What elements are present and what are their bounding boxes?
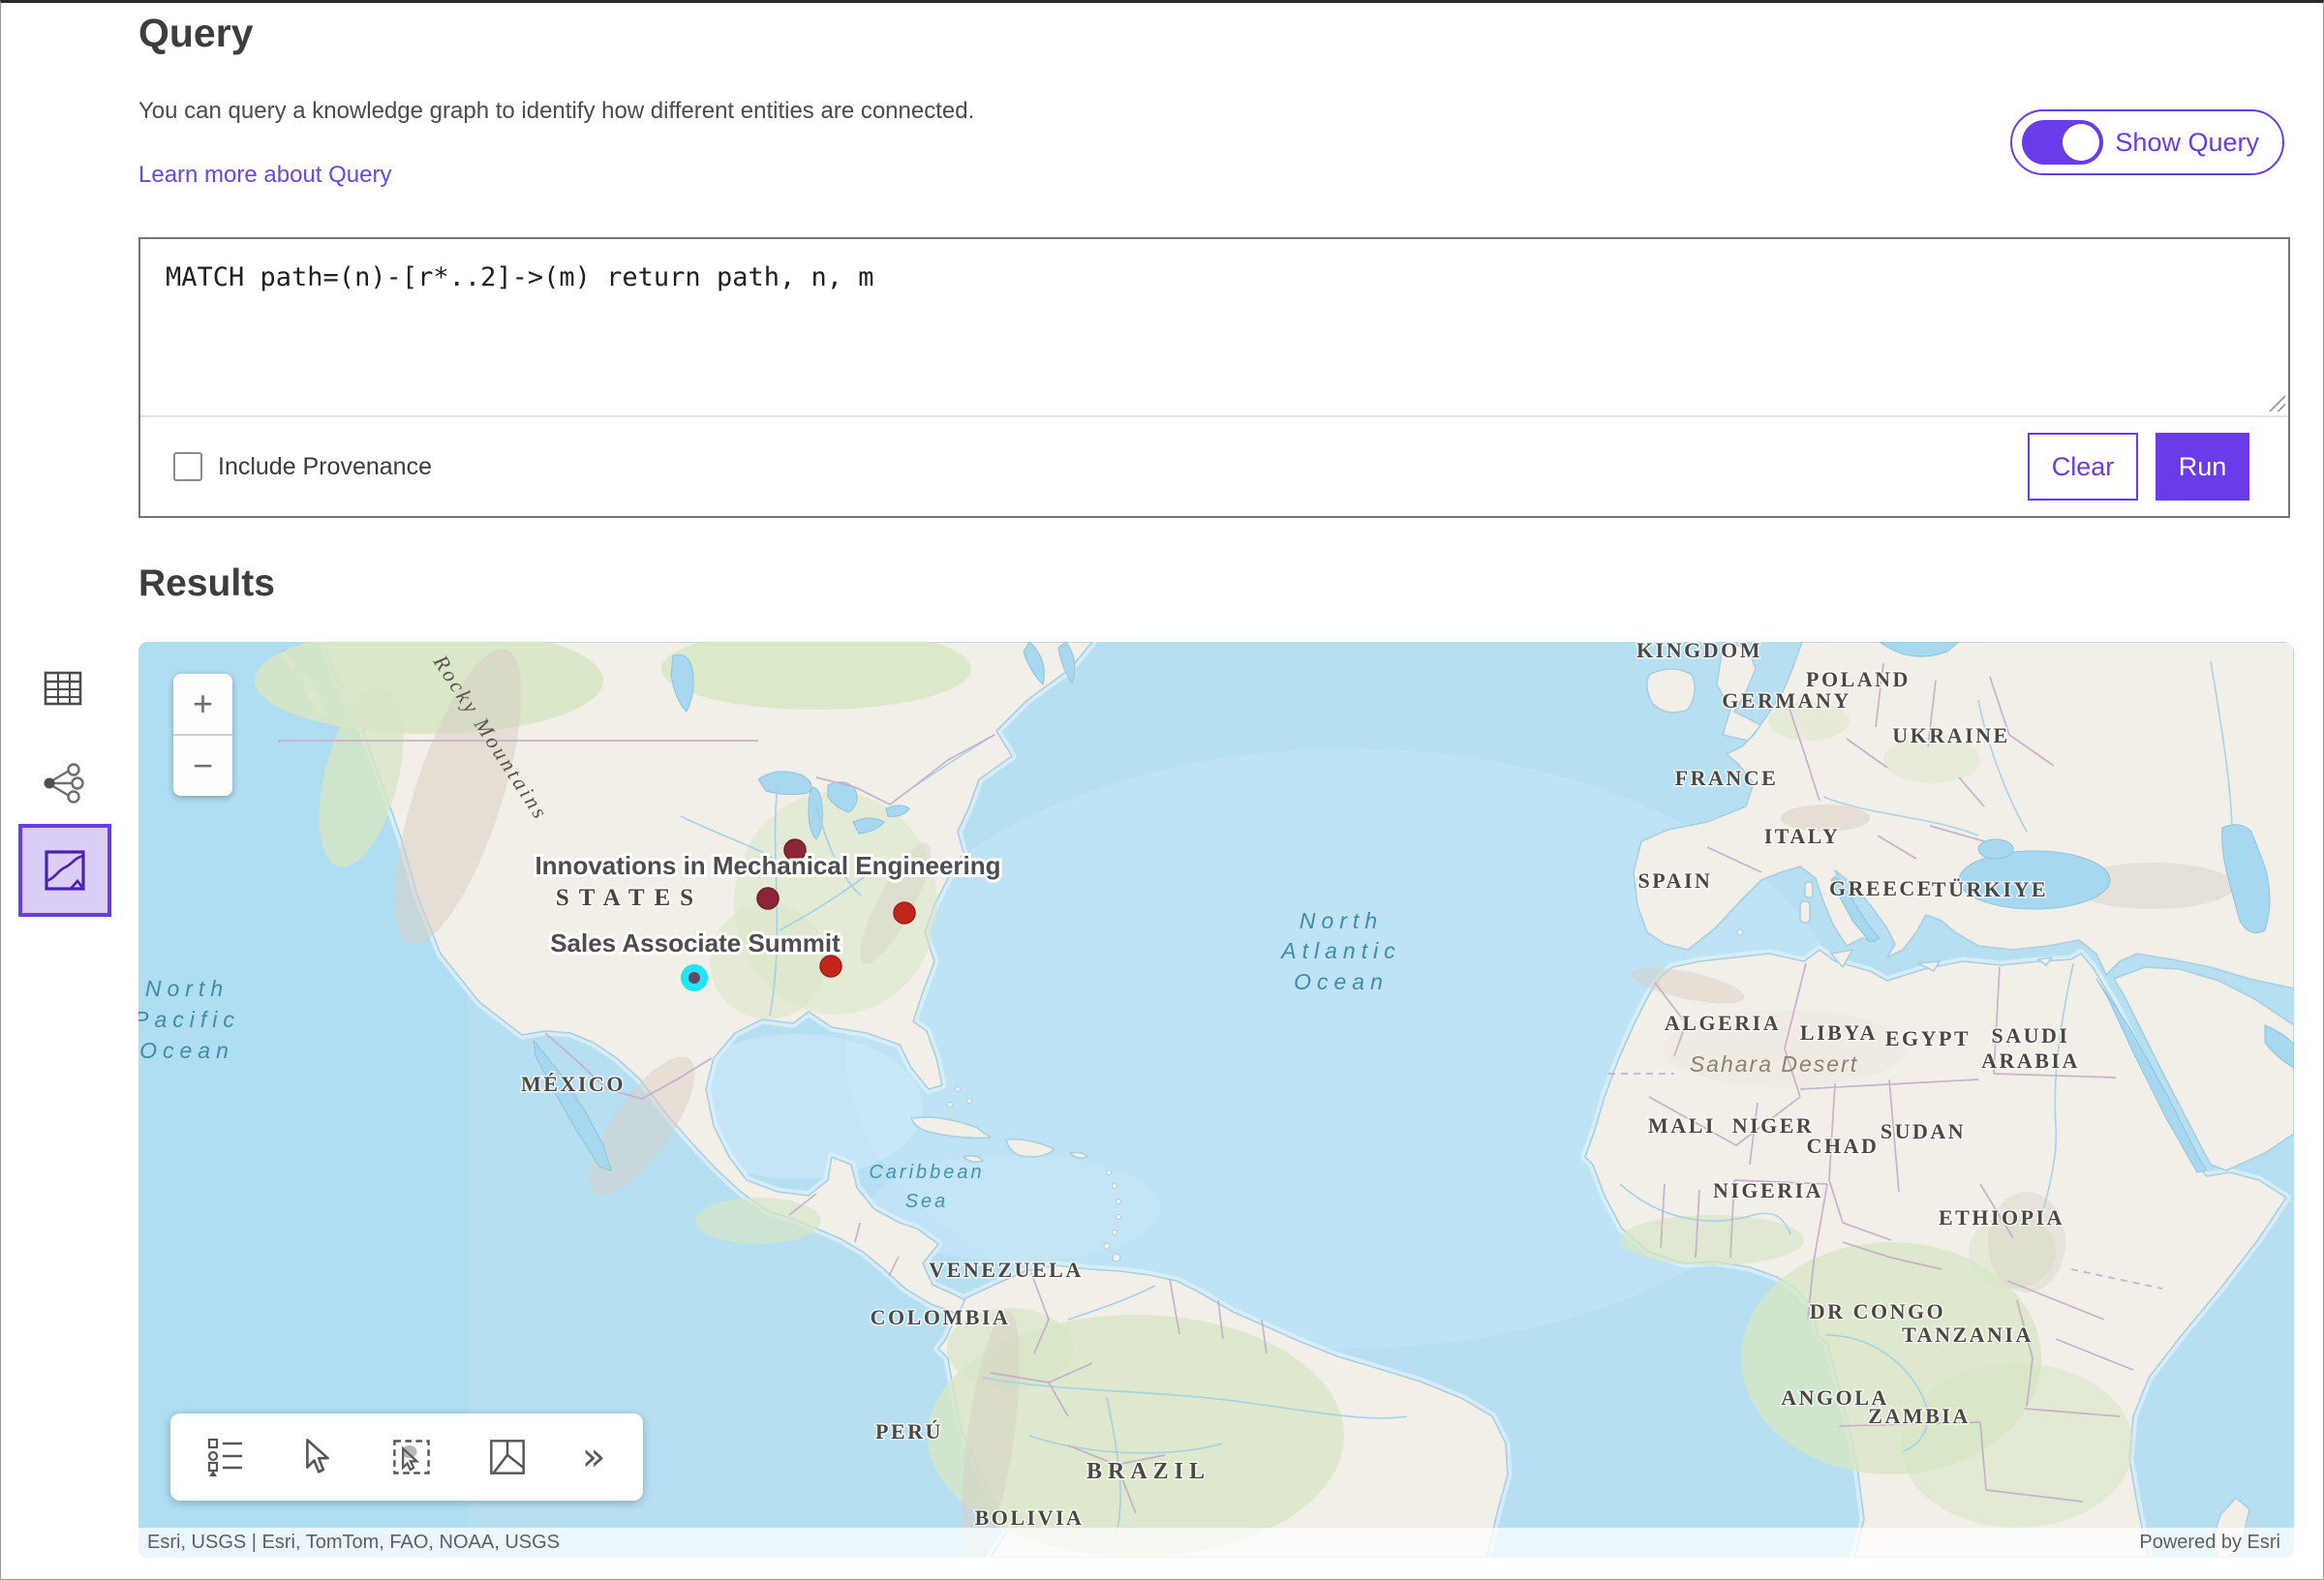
- ocean-label: North: [145, 976, 229, 1001]
- pointer-tool-button[interactable]: [300, 1438, 335, 1476]
- country-label: ZAMBIA: [1868, 1404, 1970, 1428]
- zoom-out-button[interactable]: −: [173, 736, 232, 796]
- country-label: GREECE: [1829, 876, 1934, 900]
- country-label: MÉXICO: [521, 1072, 626, 1096]
- country-label: ETHIOPIA: [1939, 1205, 2064, 1230]
- point-label: Innovations in Mechanical Engineering: [535, 851, 1000, 880]
- map-attribution: Esri, USGS | Esri, TomTom, FAO, NOAA, US…: [138, 1528, 2294, 1558]
- country-label: KINGDOM: [1636, 642, 1762, 662]
- sea-label: Sea: [905, 1191, 949, 1212]
- query-editor: MATCH path=(n)-[r*..2]->(m) return path,…: [138, 237, 2290, 518]
- country-label: NIGER: [1732, 1113, 1815, 1138]
- clear-button[interactable]: Clear: [2028, 433, 2138, 501]
- country-label: BRAZIL: [1086, 1459, 1210, 1484]
- expand-toolbar-button[interactable]: »: [582, 1435, 607, 1479]
- toggle-switch-icon[interactable]: [2022, 120, 2103, 165]
- point-label: Sales Associate Summit: [550, 928, 841, 957]
- query-textarea[interactable]: MATCH path=(n)-[r*..2]->(m) return path,…: [140, 239, 2288, 415]
- legend-icon: [206, 1438, 245, 1476]
- results-title: Results: [138, 562, 275, 605]
- select-polygon-icon: [488, 1438, 527, 1476]
- select-by-rectangle-button[interactable]: [390, 1438, 433, 1476]
- select-rectangle-icon: [390, 1438, 433, 1476]
- legend-button[interactable]: [206, 1438, 245, 1476]
- region-label-sahara: Sahara Desert: [1690, 1051, 1858, 1077]
- checkbox-icon[interactable]: [173, 452, 202, 481]
- country-label: TÜRKIYE: [1932, 877, 2048, 901]
- include-provenance-checkbox[interactable]: Include Provenance: [173, 452, 432, 481]
- show-query-label: Show Query: [2115, 128, 2259, 158]
- country-label: SAUDI: [1992, 1023, 2070, 1048]
- ocean-label: Atlantic: [1279, 938, 1400, 963]
- country-label: VENEZUELA: [929, 1258, 1083, 1282]
- table-icon: [44, 671, 82, 706]
- query-footer: Include Provenance Clear Run: [140, 417, 2288, 516]
- marker-red[interactable]: [894, 902, 915, 924]
- query-page: Query You can query a knowledge graph to…: [0, 0, 2324, 1580]
- learn-more-link[interactable]: Learn more about Query: [138, 162, 391, 189]
- country-label: FRANCE: [1675, 766, 1779, 790]
- zoom-in-button[interactable]: +: [173, 674, 232, 736]
- marker-selected[interactable]: [685, 968, 704, 988]
- country-label: UKRAINE: [1892, 723, 2009, 747]
- attribution-sources: Esri, USGS | Esri, TomTom, FAO, NOAA, US…: [147, 1532, 560, 1554]
- table-view-button[interactable]: [44, 671, 82, 706]
- country-label: SUDAN: [1881, 1119, 1966, 1143]
- country-label: SPAIN: [1638, 868, 1713, 893]
- marker-maroon[interactable]: [757, 888, 779, 909]
- country-label: EGYPT: [1885, 1026, 1971, 1050]
- ocean-label: North: [1300, 908, 1383, 933]
- country-label: BOLIVIA: [975, 1505, 1085, 1530]
- country-label: ARABIA: [1981, 1048, 2080, 1073]
- show-query-toggle[interactable]: Show Query: [2010, 109, 2284, 175]
- ocean-label: Pacific: [138, 1007, 240, 1032]
- select-by-polygon-button[interactable]: [488, 1438, 527, 1476]
- country-label: DR CONGO: [1810, 1299, 1945, 1323]
- country-label: NIGERIA: [1713, 1178, 1823, 1202]
- page-title: Query: [138, 11, 254, 56]
- country-label: GERMANY: [1722, 688, 1851, 713]
- attribution-powered-by: Powered by Esri: [2139, 1532, 2280, 1554]
- country-label: LIBYA: [1800, 1020, 1878, 1045]
- results-map[interactable]: North Pacific Ocean North Atlantic Ocean…: [138, 642, 2294, 1558]
- country-label: CHAD: [1807, 1134, 1880, 1158]
- sea-label: Caribbean: [869, 1162, 984, 1183]
- cursor-icon: [300, 1438, 335, 1476]
- run-button[interactable]: Run: [2156, 433, 2249, 501]
- marker-red[interactable]: [820, 956, 841, 977]
- ocean-label: Ocean: [139, 1038, 234, 1063]
- page-description: You can query a knowledge graph to ident…: [138, 98, 974, 125]
- country-label: ITALY: [1764, 824, 1841, 848]
- include-provenance-label: Include Provenance: [218, 453, 432, 481]
- country-label: MALI: [1648, 1113, 1716, 1138]
- country-label: COLOMBIA: [871, 1305, 1011, 1329]
- country-label: PERÚ: [875, 1419, 943, 1443]
- link-chart-icon: [42, 762, 84, 805]
- link-chart-view-button[interactable]: [42, 762, 84, 805]
- map-zoom-control: + −: [173, 674, 232, 796]
- toggle-knob: [2063, 124, 2099, 161]
- ocean-label: Ocean: [1294, 969, 1389, 994]
- map-view-button-selected[interactable]: [18, 824, 111, 917]
- country-label-united-states: STATES: [556, 885, 703, 911]
- button-row: Clear Run: [2028, 433, 2249, 501]
- map-icon: [42, 847, 88, 894]
- map-toolbar: »: [170, 1413, 643, 1501]
- country-label: ALGERIA: [1665, 1011, 1781, 1035]
- country-label: TANZANIA: [1902, 1322, 2034, 1347]
